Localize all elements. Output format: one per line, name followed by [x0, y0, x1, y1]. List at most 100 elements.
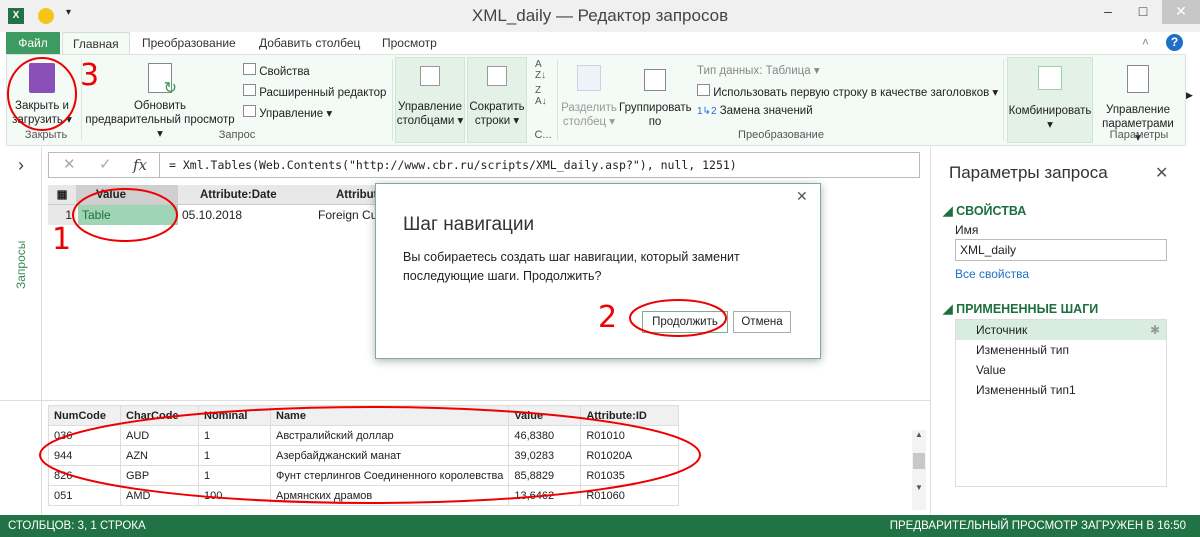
tab-file[interactable]: Файл [6, 32, 60, 54]
combine-icon [1038, 66, 1062, 90]
cell-attribute: Foreign Curr [318, 208, 378, 222]
collapse-ribbon-icon[interactable]: ˄ [1142, 35, 1149, 49]
sort-desc-icon[interactable]: Z A↓ [535, 85, 547, 107]
cell-table-link[interactable]: Table [78, 205, 178, 225]
combine-button[interactable]: Комбинировать ▾ [1007, 57, 1093, 143]
gear-icon[interactable]: ✱ [1150, 323, 1160, 337]
group-by-icon [644, 69, 666, 91]
annotation-number-2: 2 [598, 300, 618, 335]
cell: 826 [48, 465, 121, 486]
preview-col-id: Attribute:ID [580, 405, 680, 426]
preview-header-row: NumCode CharCode Nominal Name Value Attr… [48, 405, 680, 426]
close-pane-icon[interactable]: ✕ [1155, 163, 1168, 183]
advanced-editor-icon [243, 84, 256, 96]
cell: 1 [198, 445, 271, 466]
confirm-formula-button[interactable]: ✓ [99, 153, 112, 177]
step-item[interactable]: Value [956, 360, 1166, 380]
tab-view[interactable]: Просмотр [372, 32, 447, 54]
group-label-close: Закрыть [24, 129, 68, 141]
group-by-button[interactable]: Группировать по [619, 59, 692, 129]
split-column-icon [577, 65, 601, 91]
data-type-dropdown[interactable]: Тип данных: Таблица ▾ [697, 63, 820, 77]
preview-col-value: Value [508, 405, 582, 426]
reduce-rows-icon [487, 66, 507, 86]
queries-label[interactable]: Запросы [14, 241, 28, 289]
status-bar: СТОЛБЦОВ: 3, 1 СТРОКА ПРЕДВАРИТЕЛЬНЫЙ ПР… [0, 515, 1200, 537]
ribbon-scroll-right-icon[interactable]: ▶ [1186, 90, 1193, 101]
continue-button[interactable]: Продолжить [642, 311, 728, 333]
group-label-transform: Преобразование [738, 129, 824, 141]
parameters-icon [1127, 65, 1149, 93]
maximize-button[interactable]: □ [1125, 0, 1161, 24]
cell: Армянских драмов [269, 485, 510, 506]
group-label-query: Запрос [218, 129, 256, 141]
ribbon: Закрыть и загрузить ▾ Закрыть ↻ Обновить… [6, 54, 1186, 146]
tab-add-column[interactable]: Добавить столбец [249, 32, 370, 54]
preview-row: 036 AUD 1 Австралийский доллар 46,8380 R01010 [48, 425, 680, 446]
table-icon [243, 105, 256, 117]
cancel-formula-button[interactable]: ✕ [63, 153, 76, 177]
reduce-rows-button[interactable]: Сократить строки ▾ [467, 57, 527, 143]
preview-row: 051 AMD 100 Армянских драмов 13,6462 R01060 [48, 485, 680, 506]
table-icon [697, 84, 710, 96]
status-columns: СТОЛБЦОВ: 3, 1 СТРОКА [8, 520, 146, 532]
split-column-button[interactable]: Разделить столбец ▾ [561, 59, 617, 129]
help-icon[interactable]: ? [1166, 34, 1183, 51]
cell: Азербайджанский манат [269, 445, 510, 466]
table-menu-icon[interactable]: ▦ [48, 185, 76, 205]
formula-input[interactable]: = Xml.Tables(Web.Contents("http://www.cb… [169, 158, 737, 172]
expand-queries-button[interactable]: › [18, 155, 24, 176]
all-properties-link[interactable]: Все свойства [955, 267, 1029, 281]
formula-bar: ✕ ✓ fx = Xml.Tables(Web.Contents("http:/… [48, 152, 920, 178]
annotation-number-1: 1 [52, 222, 72, 257]
cell: 036 [48, 425, 121, 446]
save-close-icon [29, 63, 55, 93]
cell: 39,0283 [508, 445, 582, 466]
properties-section[interactable]: ◢ СВОЙСТВА [943, 203, 1026, 218]
title-bar: X ▾ XML_daily — Редактор запросов – □ ✕ [0, 0, 1200, 32]
cell: GBP [120, 465, 199, 486]
column-header-attribute[interactable]: Attribut [314, 185, 378, 205]
cell: 85,8829 [508, 465, 582, 486]
annotation-number-3: 3 [80, 58, 100, 93]
properties-icon [243, 63, 256, 75]
advanced-editor-button[interactable]: Расширенный редактор [243, 84, 386, 99]
manage-button[interactable]: Управление ▾ [243, 105, 332, 120]
replace-icon: 1↳2 [697, 106, 717, 117]
use-first-row-button[interactable]: Использовать первую строку в качестве за… [697, 84, 998, 99]
cell-date: 05.10.2018 [182, 208, 243, 222]
preview-col-numcode: NumCode [48, 405, 121, 426]
column-header-date[interactable]: Attribute:Date [178, 185, 314, 205]
cell: R01035 [580, 465, 680, 486]
column-header-value[interactable]: Value [76, 185, 178, 205]
cell: Фунт стерлингов Соединенного королевства [269, 465, 510, 486]
step-item[interactable]: Измененный тип [956, 340, 1166, 360]
close-button[interactable]: ✕ [1162, 0, 1200, 24]
cell: Австралийский доллар [269, 425, 510, 446]
step-item[interactable]: Измененный тип1 [956, 380, 1166, 400]
fx-icon: fx [133, 156, 148, 174]
manage-columns-button[interactable]: Управление столбцами ▾ [395, 57, 465, 143]
replace-values-button[interactable]: 1↳2 Замена значений [697, 105, 813, 117]
step-item[interactable]: Источник ✱ [956, 320, 1166, 340]
cell: AZN [120, 445, 199, 466]
preview-row: 944 AZN 1 Азербайджанский манат 39,0283 R0102… [48, 445, 680, 466]
tab-transform[interactable]: Преобразование [132, 32, 246, 54]
cell: R01060 [580, 485, 680, 506]
properties-button[interactable]: Свойства [243, 63, 310, 78]
tab-home[interactable]: Главная [62, 32, 130, 54]
preview-table: NumCode CharCode Nominal Name Value Attr… [48, 405, 680, 506]
cell: 1 [198, 465, 271, 486]
applied-steps-section[interactable]: ◢ ПРИМЕНЕННЫЕ ШАГИ [943, 301, 1098, 316]
cell: 944 [48, 445, 121, 466]
minimize-button[interactable]: – [1090, 0, 1126, 24]
cancel-button[interactable]: Отмена [733, 311, 791, 333]
preview-col-charcode: CharCode [120, 405, 199, 426]
cell: 46,8380 [508, 425, 582, 446]
dialog-close-icon[interactable]: ✕ [796, 188, 808, 205]
name-input[interactable]: XML_daily [955, 239, 1167, 261]
sort-asc-icon[interactable]: A Z↓ [535, 59, 546, 81]
close-load-button[interactable]: Закрыть и загрузить ▾ [9, 59, 75, 127]
preview-col-name: Name [269, 405, 510, 426]
preview-scrollbar[interactable]: ▲ ▼ [912, 430, 926, 510]
